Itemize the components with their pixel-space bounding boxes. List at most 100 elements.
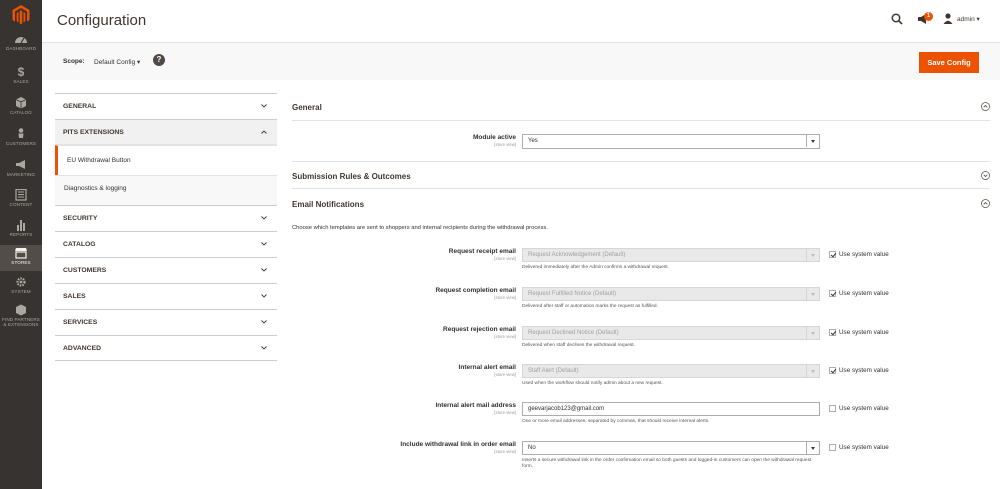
- config-tabs: GENERAL PITS EXTENSIONS EU Withdrawal Bu…: [55, 93, 277, 361]
- use-system-value-checkbox[interactable]: [829, 329, 836, 336]
- nav-reports[interactable]: REPORTS: [0, 219, 42, 243]
- request-completion-email-select[interactable]: Request Fulfilled Notice (Default): [522, 287, 820, 301]
- field-label: Internal alert email: [458, 364, 516, 371]
- store-view-label: [store view]: [494, 410, 516, 415]
- store-view-label: [store view]: [494, 142, 516, 147]
- nav-label: SYSTEM: [11, 289, 31, 294]
- section-title: Submission Rules & Outcomes: [292, 172, 411, 181]
- chevron-down-icon: [806, 135, 819, 147]
- user-menu[interactable]: admin ▾: [957, 15, 980, 23]
- use-system-value-checkbox[interactable]: [829, 367, 836, 374]
- layout-icon: [15, 189, 27, 201]
- tab-label: Diagnostics & logging: [64, 185, 127, 192]
- person-icon: [18, 128, 24, 138]
- use-system-value-label: Use system value: [839, 290, 889, 297]
- field-label: Include withdrawal link in order email: [400, 441, 516, 448]
- request-rejection-email-select[interactable]: Request Declined Notice (Default): [522, 326, 820, 340]
- tab-security[interactable]: SECURITY: [55, 205, 277, 231]
- tab-label: EU Withdrawal Button: [67, 157, 131, 164]
- select-value: No: [528, 445, 536, 451]
- nav-stores[interactable]: STORES: [0, 245, 42, 271]
- dashboard-icon: [15, 37, 27, 44]
- nav-catalog[interactable]: CATALOG: [0, 97, 42, 121]
- field-label: Request receipt email: [448, 248, 516, 255]
- tab-label: CATALOG: [63, 241, 96, 248]
- magento-logo-icon[interactable]: [12, 5, 30, 25]
- section-general[interactable]: General: [292, 93, 990, 121]
- module-active-select[interactable]: Yes: [522, 134, 820, 149]
- use-system-value-checkbox[interactable]: [829, 444, 836, 451]
- tab-eu-withdrawal-button[interactable]: EU Withdrawal Button: [55, 145, 277, 175]
- chevron-down-icon: [806, 288, 819, 300]
- notification-badge[interactable]: 1: [924, 12, 933, 21]
- use-system-value-checkbox[interactable]: [829, 251, 836, 258]
- section-submission-rules[interactable]: Submission Rules & Outcomes: [292, 161, 990, 189]
- chevron-down-icon: [261, 320, 267, 324]
- chevron-down-icon: [806, 249, 819, 261]
- nav-label: SALES: [13, 79, 29, 84]
- nav-customers[interactable]: CUSTOMERS: [0, 128, 42, 152]
- help-icon[interactable]: ?: [153, 54, 165, 66]
- chevron-down-icon: [261, 242, 267, 246]
- tab-customers[interactable]: CUSTOMERS: [55, 257, 277, 283]
- section-description: Choose which templates are sent to shopp…: [292, 225, 548, 231]
- nav-find-partners[interactable]: FIND PARTNERS & EXTENSIONS: [0, 304, 42, 330]
- store-view-label: [store view]: [494, 372, 516, 377]
- section-title: Email Notifications: [292, 200, 365, 209]
- internal-alert-email-select[interactable]: Staff Alert (Default): [522, 364, 820, 378]
- tab-sales[interactable]: SALES: [55, 283, 277, 309]
- tab-services[interactable]: SERVICES: [55, 309, 277, 335]
- select-value: Yes: [528, 138, 538, 144]
- field-hint: Inserts a secure withdrawal link in the …: [522, 458, 812, 470]
- chevron-down-icon: [806, 327, 819, 339]
- save-config-button[interactable]: Save Config: [919, 52, 979, 73]
- collapse-icon: [981, 102, 990, 111]
- nav-label: & EXTENSIONS: [3, 322, 39, 327]
- use-system-value-label: Use system value: [839, 405, 889, 412]
- nav-system[interactable]: SYSTEM: [0, 276, 42, 300]
- chevron-up-icon: [261, 130, 267, 134]
- field-hint: One or more email addresses, separated b…: [522, 419, 710, 424]
- page-title: Configuration: [57, 12, 147, 29]
- chevron-down-icon: [261, 216, 267, 220]
- nav-sales[interactable]: $ SALES: [0, 66, 42, 90]
- tab-general[interactable]: GENERAL: [55, 93, 277, 119]
- chevron-down-icon: [806, 365, 819, 377]
- use-system-value-checkbox[interactable]: [829, 290, 836, 297]
- scope-switcher[interactable]: Default Config ▾: [94, 58, 140, 66]
- megaphone-icon: [16, 160, 25, 169]
- request-receipt-email-select[interactable]: Request Acknowledgement (Default): [522, 248, 820, 262]
- tab-pits-extensions[interactable]: PITS EXTENSIONS: [55, 119, 277, 145]
- store-view-label: [store view]: [494, 334, 516, 339]
- nav-content[interactable]: CONTENT: [0, 189, 42, 213]
- select-value: Request Declined Notice (Default): [528, 330, 619, 336]
- use-system-value-label: Use system value: [839, 251, 889, 258]
- dollar-icon: $: [17, 65, 25, 79]
- use-system-value-checkbox[interactable]: [829, 405, 836, 412]
- store-view-label: [store view]: [494, 256, 516, 261]
- tab-label: SERVICES: [63, 319, 98, 326]
- chevron-down-icon: [261, 104, 267, 108]
- field-label: Request rejection email: [443, 326, 516, 333]
- store-view-label: [store view]: [494, 295, 516, 300]
- nav-dashboard[interactable]: DASHBOARD: [0, 31, 42, 61]
- section-email-notifications[interactable]: Email Notifications: [292, 190, 990, 218]
- expand-icon: [981, 171, 990, 180]
- chevron-down-icon: [806, 442, 819, 454]
- cube-icon: [16, 304, 26, 316]
- box-icon: [15, 97, 27, 109]
- collapse-icon: [981, 199, 990, 208]
- tab-label: SALES: [63, 293, 86, 300]
- tab-diagnostics-logging[interactable]: Diagnostics & logging: [55, 175, 277, 205]
- field-hint: Delivered when staff declines the withdr…: [522, 343, 635, 348]
- tab-advanced[interactable]: ADVANCED: [55, 335, 277, 361]
- nav-marketing[interactable]: MARKETING: [0, 159, 42, 183]
- internal-alert-address-input[interactable]: geevarjacob123@gmail.com: [522, 402, 820, 416]
- store-icon: [15, 248, 27, 259]
- include-withdrawal-link-select[interactable]: No: [522, 441, 820, 455]
- search-icon[interactable]: [891, 13, 903, 25]
- user-icon[interactable]: [943, 13, 953, 24]
- tab-catalog[interactable]: CATALOG: [55, 231, 277, 257]
- tab-label: PITS EXTENSIONS: [63, 129, 124, 136]
- field-hint: Delivered after staff or automation mark…: [522, 304, 658, 309]
